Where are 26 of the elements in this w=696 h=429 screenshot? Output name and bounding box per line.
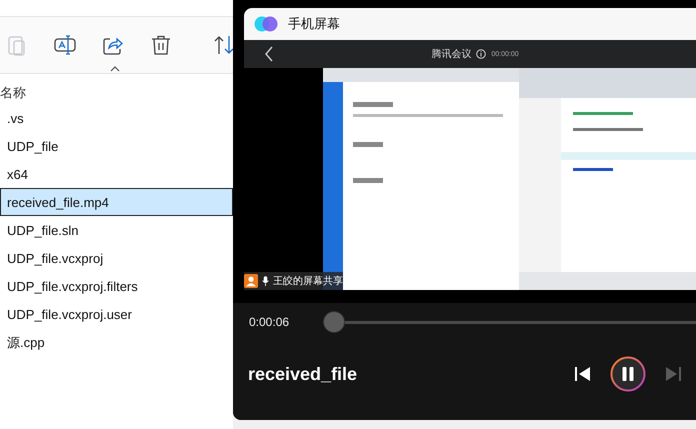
trash-icon[interactable] <box>150 34 172 56</box>
file-row[interactable]: UDP_file.vcxproj.user <box>0 300 233 328</box>
chevron-up-icon[interactable] <box>110 66 120 72</box>
logo-icon <box>254 16 278 32</box>
file-row[interactable]: x64 <box>0 160 233 188</box>
previous-icon[interactable] <box>574 365 592 383</box>
screen-share-label: 王皎的屏幕共享 <box>273 274 343 288</box>
file-row[interactable]: UDP_file.vcxproj.filters <box>0 272 233 300</box>
file-row[interactable]: UDP_file.vcxproj <box>0 244 233 272</box>
file-row[interactable]: UDP_file <box>0 132 233 160</box>
sort-icon[interactable] <box>213 34 235 56</box>
elapsed-time: 0:00:06 <box>249 315 290 329</box>
rename-icon[interactable] <box>54 34 76 56</box>
pause-button[interactable] <box>610 356 646 392</box>
microphone-icon <box>262 275 269 287</box>
file-row[interactable]: 源.cpp <box>0 328 233 356</box>
file-row[interactable]: UDP_file.sln <box>0 216 233 244</box>
back-icon[interactable] <box>264 46 274 62</box>
meeting-title: 腾讯会议 <box>431 48 472 61</box>
app-title: 手机屏幕 <box>288 15 340 33</box>
info-icon[interactable] <box>476 49 486 59</box>
column-header[interactable]: 名称 <box>0 82 26 104</box>
file-row[interactable]: .vs <box>0 104 233 132</box>
media-title: received_file <box>248 364 358 384</box>
user-avatar-icon <box>244 273 258 289</box>
file-row[interactable]: received_file.mp4 <box>0 188 233 216</box>
